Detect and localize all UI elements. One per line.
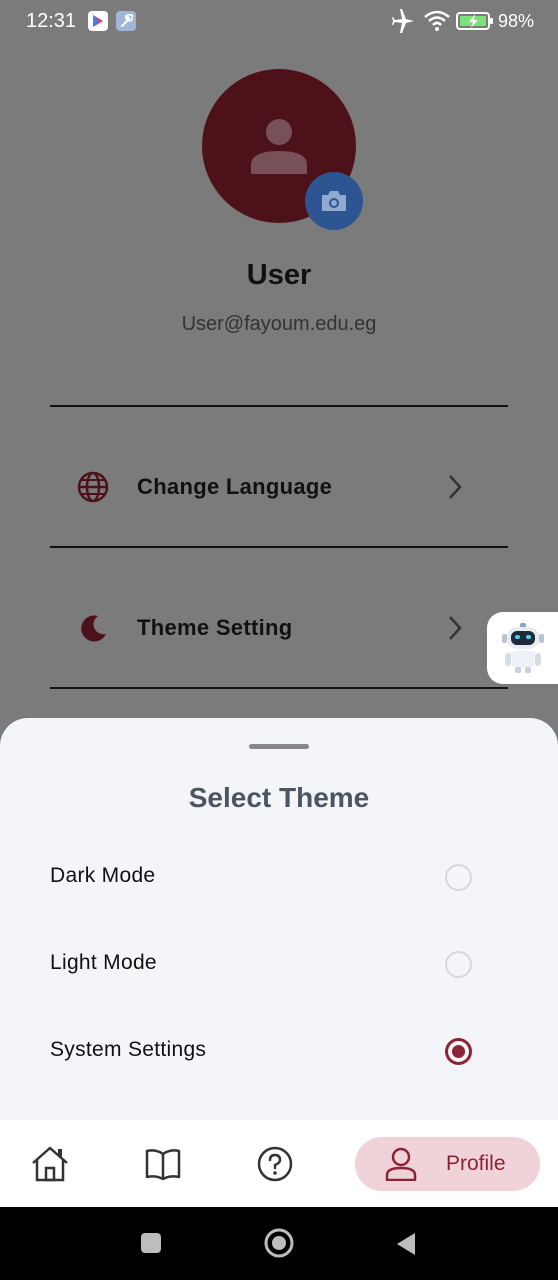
nav-profile-active[interactable]: Profile (355, 1137, 540, 1191)
sheet-title: Select Theme (188, 782, 370, 813)
camera-icon (322, 191, 346, 211)
chevron-right-icon (444, 613, 466, 643)
recents-button[interactable] (140, 1232, 162, 1254)
change-photo-button[interactable] (305, 172, 363, 230)
wrench-icon (116, 11, 136, 31)
radio-button[interactable] (445, 951, 472, 978)
person-icon (251, 119, 307, 174)
moon-icon (76, 611, 110, 645)
menu-item-theme-setting[interactable]: Theme Setting (50, 573, 508, 683)
airplane-icon (390, 9, 416, 38)
chevron-right-icon (444, 472, 466, 502)
user-name: User (246, 259, 312, 291)
option-dark-mode[interactable]: Dark Mode (0, 848, 558, 908)
theme-bottom-sheet: Select Theme Dark Mode Light Mode System… (0, 718, 558, 1120)
menu-item-label: Theme Setting (137, 615, 293, 640)
status-bar: 12:31 98% (0, 0, 558, 44)
help-icon (257, 1146, 293, 1182)
option-system-settings[interactable]: System Settings (0, 1022, 558, 1082)
back-triangle-icon (397, 1233, 415, 1255)
sheet-drag-handle[interactable] (249, 744, 309, 749)
nav-help[interactable] (255, 1144, 295, 1184)
square-icon (141, 1233, 161, 1253)
globe-icon (76, 470, 110, 504)
bottom-nav: Profile (0, 1120, 558, 1207)
home-icon (32, 1146, 68, 1182)
status-time: 12:31 (26, 10, 77, 32)
option-label: Light Mode (50, 951, 157, 974)
nav-profile-label: Profile (446, 1152, 506, 1175)
battery-percentage: 98% (498, 11, 535, 31)
chatbot-button[interactable] (487, 612, 558, 684)
wifi-icon (424, 10, 450, 37)
back-button[interactable] (395, 1231, 417, 1257)
nav-courses[interactable] (143, 1144, 183, 1184)
robot-icon (501, 623, 544, 673)
divider (50, 546, 508, 548)
nav-home[interactable] (30, 1144, 70, 1184)
system-navigation-bar (0, 1207, 558, 1280)
battery-charging-icon (456, 11, 494, 36)
option-label: System Settings (50, 1038, 207, 1061)
profile-icon (383, 1146, 419, 1182)
radio-button-selected[interactable] (445, 1038, 472, 1065)
radio-button[interactable] (445, 864, 472, 891)
book-icon (145, 1149, 181, 1180)
divider (50, 687, 508, 689)
divider (50, 405, 508, 407)
play-store-icon (88, 11, 108, 31)
menu-item-change-language[interactable]: Change Language (50, 432, 508, 542)
user-email: User@fayoum.edu.eg (181, 313, 377, 335)
option-light-mode[interactable]: Light Mode (0, 935, 558, 995)
circle-icon (264, 1228, 294, 1258)
menu-item-label: Change Language (137, 474, 333, 499)
option-label: Dark Mode (50, 864, 156, 887)
home-button[interactable] (263, 1227, 295, 1259)
